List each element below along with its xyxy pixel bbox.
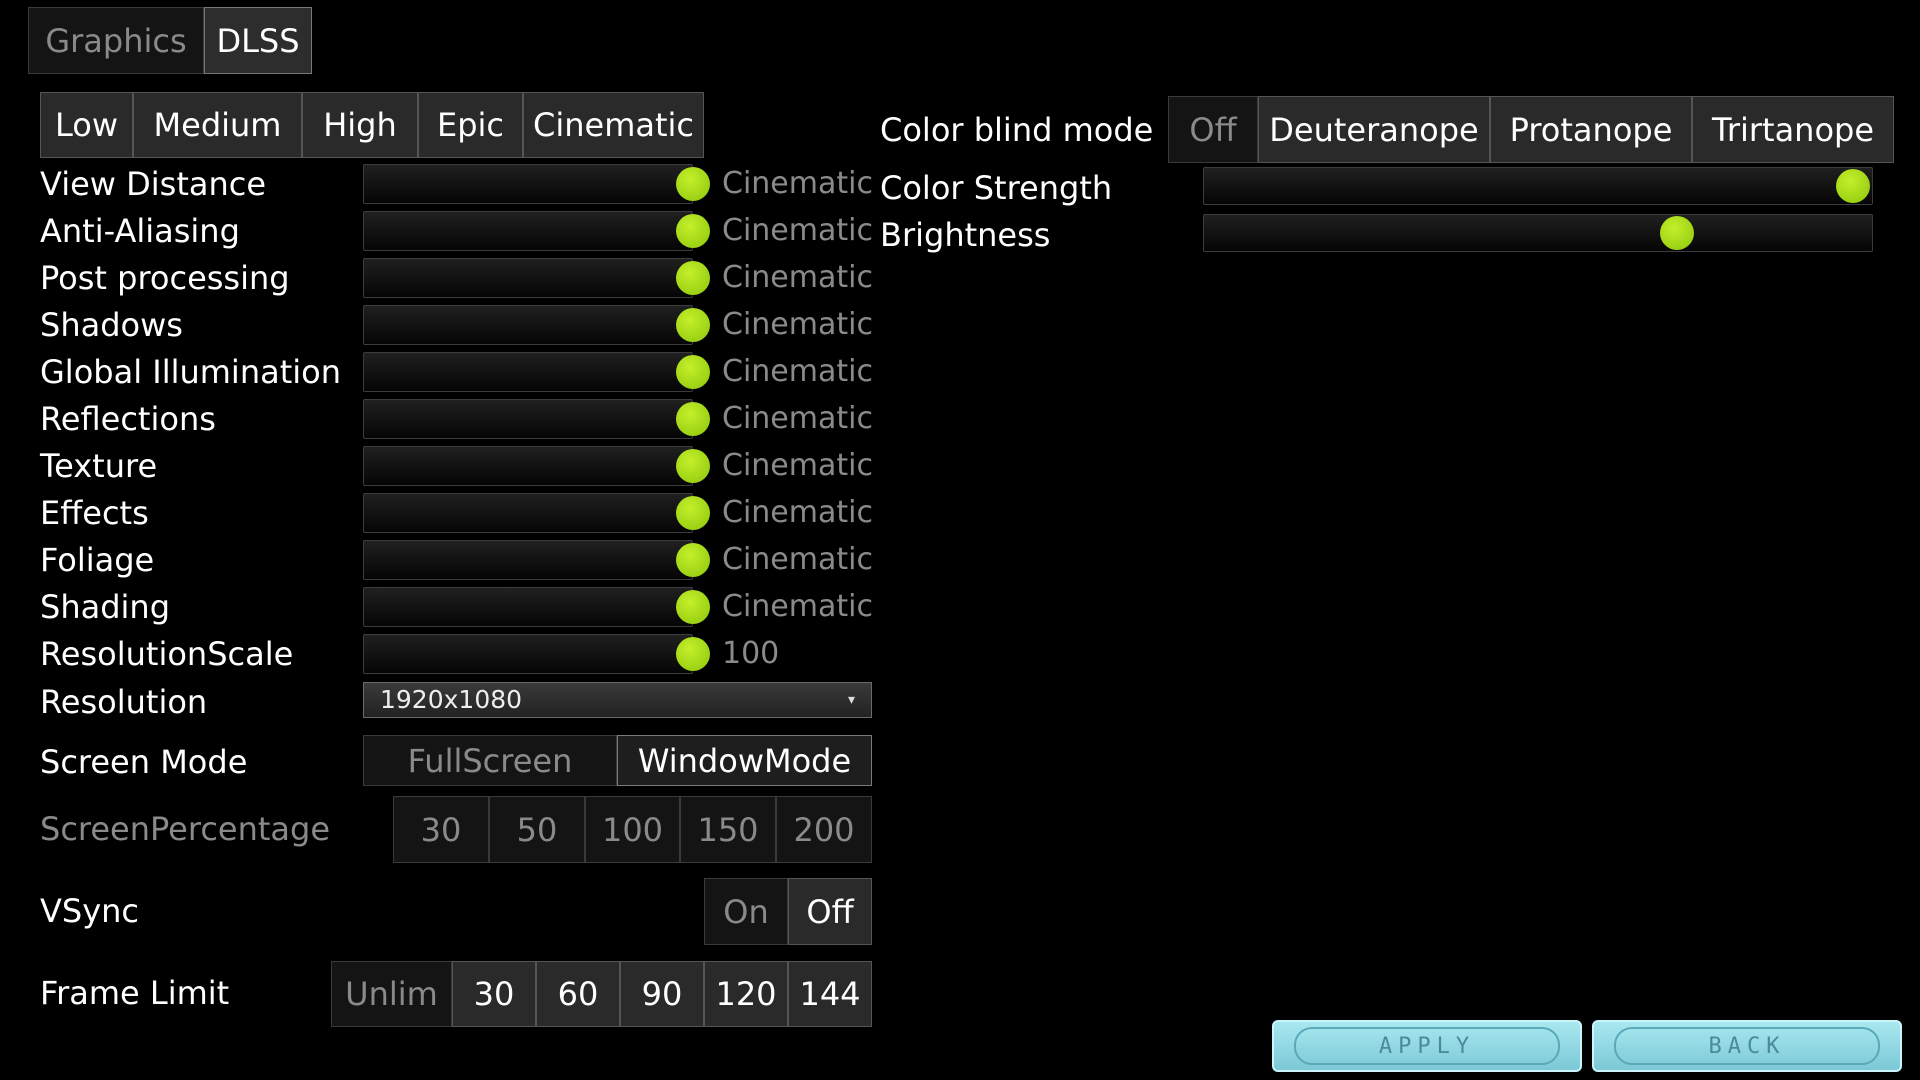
screen-percentage-50-button[interactable]: 50 xyxy=(489,796,585,863)
global-illumination-label: Global Illumination xyxy=(40,353,341,391)
shading-slider[interactable] xyxy=(363,587,710,627)
color-blind-off-button[interactable]: Off xyxy=(1168,96,1258,163)
frame-limit-90-button[interactable]: 90 xyxy=(620,961,704,1027)
color-blind-mode-label: Color blind mode xyxy=(880,111,1154,149)
frame-limit-120-button[interactable]: 120 xyxy=(704,961,788,1027)
frame-limit-unlim-button[interactable]: Unlim xyxy=(331,961,452,1027)
shadows-label: Shadows xyxy=(40,306,183,344)
shadows-slider[interactable] xyxy=(363,305,710,345)
texture-slider-handle[interactable] xyxy=(676,449,710,483)
preset-low-button[interactable]: Low xyxy=(40,92,133,158)
texture-label: Texture xyxy=(40,447,158,485)
texture-value: Cinematic xyxy=(722,448,873,483)
tab-dlss[interactable]: DLSS xyxy=(204,7,312,74)
brightness-label: Brightness xyxy=(880,216,1051,254)
screen-mode-label: Screen Mode xyxy=(40,743,248,781)
effects-value: Cinematic xyxy=(722,495,873,530)
reflections-slider-handle[interactable] xyxy=(676,402,710,436)
color-blind-trirtanope-button[interactable]: Trirtanope xyxy=(1692,96,1894,163)
color-blind-deuteranope-button[interactable]: Deuteranope xyxy=(1258,96,1490,163)
foliage-value: Cinematic xyxy=(722,542,873,577)
global-illumination-value: Cinematic xyxy=(722,354,873,389)
global-illumination-slider-handle[interactable] xyxy=(676,355,710,389)
vsync-label: VSync xyxy=(40,892,140,930)
vsync-off-button[interactable]: Off xyxy=(788,878,872,945)
apply-button[interactable]: APPLY xyxy=(1272,1020,1582,1072)
anti-aliasing-slider-handle[interactable] xyxy=(676,214,710,248)
view-distance-label: View Distance xyxy=(40,165,267,203)
tab-graphics[interactable]: Graphics xyxy=(28,7,204,74)
post-processing-slider-handle[interactable] xyxy=(676,261,710,295)
reflections-label: Reflections xyxy=(40,400,216,438)
anti-aliasing-label: Anti-Aliasing xyxy=(40,212,240,250)
reflections-value: Cinematic xyxy=(722,401,873,436)
view-distance-slider-handle[interactable] xyxy=(676,167,710,201)
effects-slider[interactable] xyxy=(363,493,710,533)
frame-limit-30-button[interactable]: 30 xyxy=(452,961,536,1027)
view-distance-slider[interactable] xyxy=(363,164,710,204)
shading-slider-handle[interactable] xyxy=(676,590,710,624)
preset-medium-button[interactable]: Medium xyxy=(133,92,302,158)
foliage-label: Foliage xyxy=(40,541,155,579)
shading-value: Cinematic xyxy=(722,589,873,624)
color-strength-label: Color Strength xyxy=(880,169,1113,207)
preset-high-button[interactable]: High xyxy=(302,92,418,158)
resolution-value: 1920x1080 xyxy=(380,685,523,714)
screen-percentage-100-button[interactable]: 100 xyxy=(585,796,680,863)
fullscreen-button[interactable]: FullScreen xyxy=(363,735,617,786)
resolutionscale-label: ResolutionScale xyxy=(40,635,294,673)
preset-cinematic-button[interactable]: Cinematic xyxy=(523,92,704,158)
post-processing-value: Cinematic xyxy=(722,260,873,295)
resolutionscale-slider-handle[interactable] xyxy=(676,637,710,671)
back-button-label: BACK xyxy=(1614,1027,1880,1065)
back-button[interactable]: BACK xyxy=(1592,1020,1902,1072)
resolutionscale-value: 100 xyxy=(722,636,780,671)
foliage-slider[interactable] xyxy=(363,540,710,580)
color-blind-protanope-button[interactable]: Protanope xyxy=(1490,96,1692,163)
post-processing-slider[interactable] xyxy=(363,258,710,298)
reflections-slider[interactable] xyxy=(363,399,710,439)
shadows-value: Cinematic xyxy=(722,307,873,342)
anti-aliasing-slider[interactable] xyxy=(363,211,710,251)
frame-limit-60-button[interactable]: 60 xyxy=(536,961,620,1027)
post-processing-label: Post processing xyxy=(40,259,290,297)
brightness-slider-handle[interactable] xyxy=(1659,216,1694,250)
resolutionscale-slider[interactable] xyxy=(363,634,710,674)
frame-limit-label: Frame Limit xyxy=(40,974,230,1012)
texture-slider[interactable] xyxy=(363,446,710,486)
screen-percentage-30-button[interactable]: 30 xyxy=(393,796,489,863)
screen-percentage-150-button[interactable]: 150 xyxy=(680,796,776,863)
windowmode-button[interactable]: WindowMode xyxy=(617,735,872,786)
global-illumination-slider[interactable] xyxy=(363,352,710,392)
anti-aliasing-value: Cinematic xyxy=(722,213,873,248)
apply-button-label: APPLY xyxy=(1294,1027,1560,1065)
screen-percentage-200-button[interactable]: 200 xyxy=(776,796,872,863)
chevron-down-icon: ▾ xyxy=(847,692,855,708)
preset-epic-button[interactable]: Epic xyxy=(418,92,523,158)
frame-limit-144-button[interactable]: 144 xyxy=(788,961,872,1027)
color-strength-slider[interactable] xyxy=(1203,167,1873,205)
foliage-slider-handle[interactable] xyxy=(676,543,710,577)
shading-label: Shading xyxy=(40,588,170,626)
effects-slider-handle[interactable] xyxy=(676,496,710,530)
resolution-label: Resolution xyxy=(40,683,208,721)
color-strength-slider-handle[interactable] xyxy=(1836,169,1870,203)
brightness-slider[interactable] xyxy=(1203,214,1873,252)
resolution-dropdown[interactable]: 1920x1080 ▾ xyxy=(363,682,872,718)
view-distance-value: Cinematic xyxy=(722,166,873,201)
shadows-slider-handle[interactable] xyxy=(676,308,710,342)
screen-percentage-label: ScreenPercentage xyxy=(40,810,331,848)
vsync-on-button[interactable]: On xyxy=(704,878,788,945)
effects-label: Effects xyxy=(40,494,149,532)
